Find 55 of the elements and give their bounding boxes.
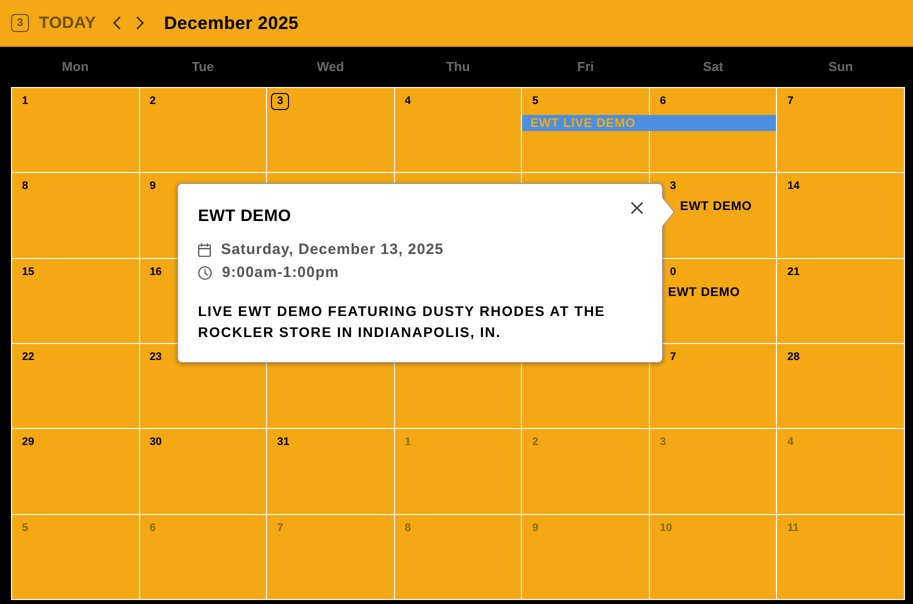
day-number: 10 bbox=[658, 520, 674, 536]
day-number: 29 bbox=[21, 435, 36, 450]
event-title: EWT DEMO bbox=[198, 206, 292, 226]
day-number: 7 bbox=[669, 350, 678, 365]
weekday-label: Wed bbox=[316, 59, 344, 75]
day-number: 0 bbox=[669, 264, 678, 280]
day-number: 8 bbox=[404, 520, 412, 536]
event-description: LIVE EWT DEMO FEATURING DUSTY RHODES AT THE ROCKLER STORE IN INDIANAPOLIS, IN. bbox=[198, 302, 606, 342]
day-number: 8 bbox=[21, 179, 30, 194]
event-date: Saturday, December 13, 2025 bbox=[221, 240, 444, 260]
day-number: 21 bbox=[786, 264, 801, 280]
day-number: 11 bbox=[786, 520, 800, 536]
day-number: 6 bbox=[658, 94, 667, 109]
day-number: 5 bbox=[21, 520, 30, 536]
day-number: 1 bbox=[404, 435, 412, 450]
day-number: 30 bbox=[148, 435, 163, 450]
day-number: 28 bbox=[786, 350, 801, 365]
day-number: 7 bbox=[786, 94, 795, 109]
calendar-event[interactable]: EWT DEMO bbox=[664, 284, 744, 300]
weekday-label: Fri bbox=[577, 59, 594, 75]
today-button[interactable]: 3 TODAY bbox=[11, 13, 96, 33]
weekday-label: Mon bbox=[62, 59, 89, 75]
clock-icon bbox=[198, 266, 212, 280]
day-number: 2 bbox=[531, 435, 540, 450]
day-number: 4 bbox=[786, 435, 795, 450]
weekday-label: Tue bbox=[192, 59, 214, 75]
day-number: 9 bbox=[148, 179, 157, 194]
day-number: 16 bbox=[148, 264, 163, 280]
day-number: 3 bbox=[669, 179, 678, 194]
day-number: 22 bbox=[21, 350, 36, 365]
day-number: 7 bbox=[276, 520, 284, 536]
close-icon bbox=[630, 201, 644, 215]
day-number: 6 bbox=[148, 520, 157, 536]
day-number: 2 bbox=[148, 94, 157, 109]
day-number: 3 bbox=[271, 93, 290, 110]
day-number: 9 bbox=[531, 520, 540, 536]
day-number: 15 bbox=[21, 264, 36, 280]
day-number: 3 bbox=[658, 435, 667, 450]
day-number: 14 bbox=[786, 179, 801, 194]
calendar-icon bbox=[198, 243, 211, 257]
day-number: 23 bbox=[148, 350, 163, 365]
day-number: 5 bbox=[531, 94, 540, 109]
day-number: 31 bbox=[276, 435, 290, 450]
weekday-label: Sun bbox=[828, 59, 853, 75]
date-badge: 3 bbox=[11, 14, 29, 32]
close-button[interactable] bbox=[630, 201, 644, 215]
weekday-label: Sat bbox=[703, 59, 724, 75]
chevron-right-icon bbox=[136, 16, 144, 30]
chevron-left-icon bbox=[112, 16, 121, 30]
day-number: 4 bbox=[404, 94, 412, 109]
calendar-event[interactable]: EWT DEMO bbox=[676, 198, 756, 214]
day-number: 1 bbox=[21, 94, 30, 109]
weekday-label: Thu bbox=[446, 59, 470, 75]
month-title: December 2025 bbox=[164, 12, 299, 34]
event-time: 9:00am-1:00pm bbox=[222, 263, 340, 283]
